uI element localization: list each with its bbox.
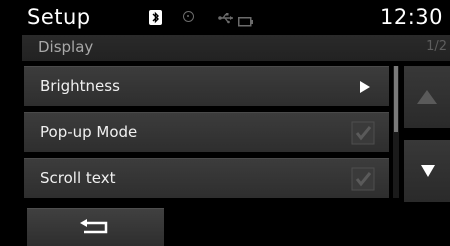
list-item-label: Brightness (40, 77, 120, 95)
section-title: Display (38, 38, 94, 56)
scroll-up-button[interactable] (404, 66, 450, 128)
list-item-scroll-text[interactable]: Scroll text (24, 158, 389, 198)
status-bar: Setup 12:30 (0, 0, 450, 34)
screen-title: Setup (27, 5, 91, 29)
list-item-label: Pop-up Mode (40, 123, 138, 141)
usb-icon (218, 9, 234, 28)
checkbox-checked-icon[interactable] (351, 167, 375, 191)
media-icon (183, 11, 194, 22)
bluetooth-icon (149, 10, 162, 25)
scrollbar-thumb[interactable] (394, 66, 398, 132)
scroll-down-button[interactable] (404, 140, 450, 202)
battery-icon (238, 12, 254, 31)
list-item-label: Scroll text (40, 169, 116, 187)
triangle-up-icon (417, 90, 437, 104)
checkbox-checked-icon[interactable] (351, 121, 375, 145)
list-item-brightness[interactable]: Brightness (24, 66, 389, 106)
section-header: Display 1/2 (22, 35, 450, 61)
page-indicator: 1/2 (426, 39, 447, 54)
arrow-right-icon (360, 81, 370, 93)
list-item-popup-mode[interactable]: Pop-up Mode (24, 112, 389, 152)
back-button[interactable] (27, 208, 164, 246)
triangle-down-icon (421, 165, 435, 177)
clock: 12:30 (379, 5, 443, 29)
return-arrow-icon (80, 219, 108, 234)
